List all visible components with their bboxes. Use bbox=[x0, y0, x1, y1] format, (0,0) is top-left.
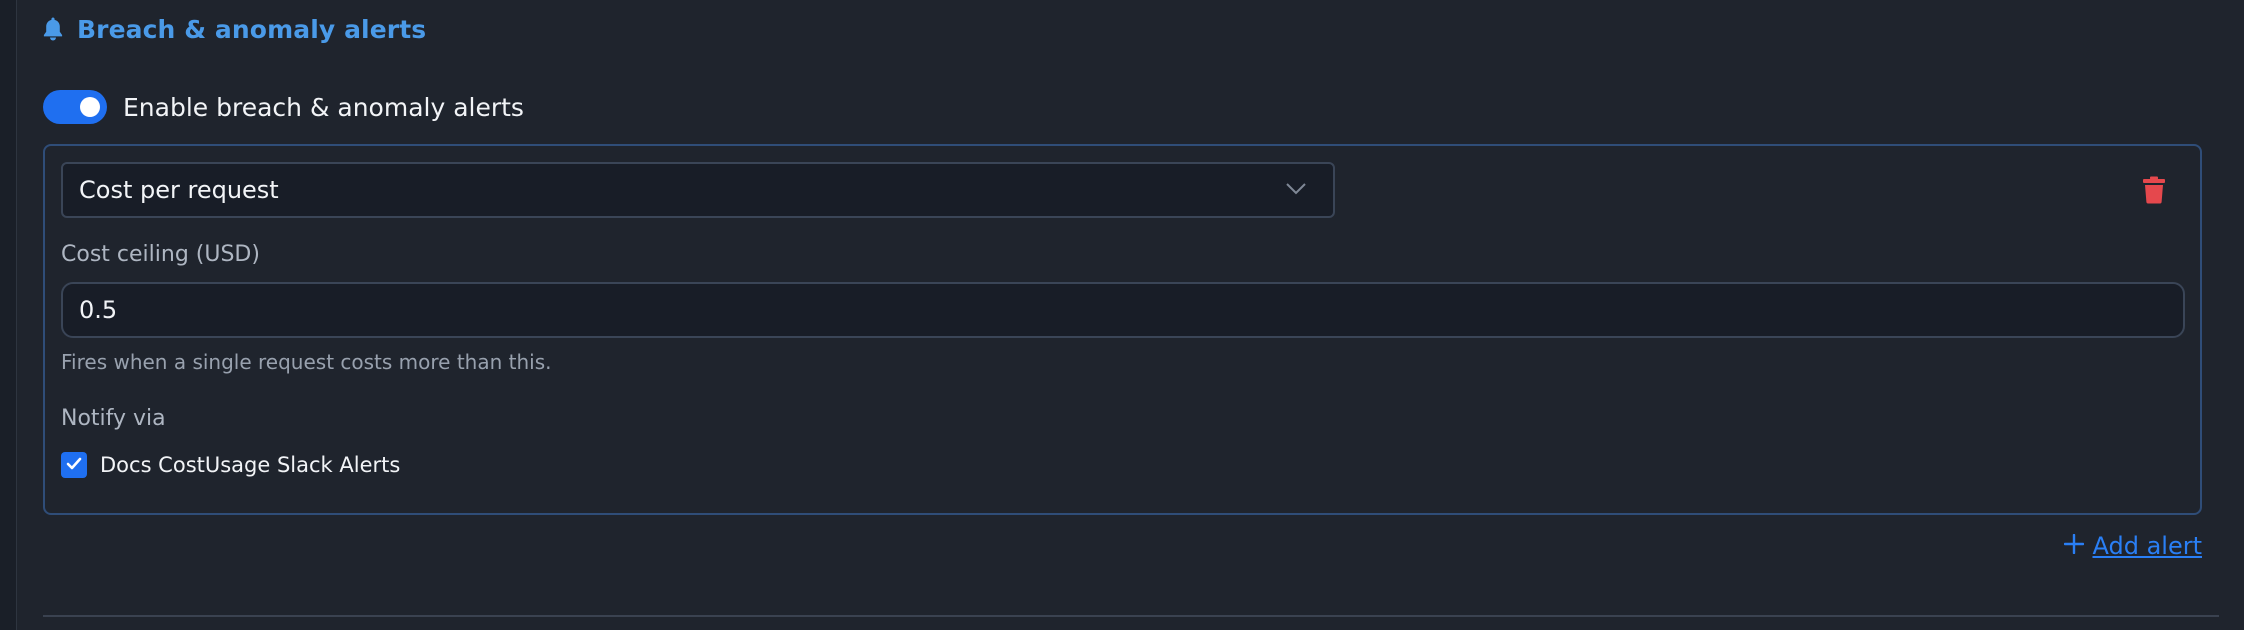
add-alert-button[interactable]: Add alert bbox=[2064, 532, 2202, 560]
metric-select-value: Cost per request bbox=[79, 176, 279, 204]
enable-alerts-label: Enable breach & anomaly alerts bbox=[123, 92, 524, 122]
alert-card: Cost per request Cost ceiling (USD) Fire… bbox=[43, 144, 2202, 515]
enable-alerts-row: Enable breach & anomaly alerts bbox=[43, 88, 524, 126]
settings-panel: Breach & anomaly alerts Enable breach & … bbox=[16, 0, 2244, 630]
notify-via-label: Notify via bbox=[61, 406, 166, 431]
cost-ceiling-input[interactable] bbox=[61, 282, 2185, 338]
check-icon bbox=[66, 456, 82, 475]
metric-select[interactable]: Cost per request bbox=[61, 162, 1335, 218]
chevron-down-icon bbox=[1285, 181, 1307, 200]
section-header: Breach & anomaly alerts bbox=[43, 12, 426, 46]
notify-channel-row: Docs CostUsage Slack Alerts bbox=[61, 452, 400, 478]
plus-icon bbox=[2064, 532, 2085, 560]
notify-channel-label: Docs CostUsage Slack Alerts bbox=[100, 453, 401, 477]
section-divider bbox=[43, 615, 2219, 617]
trash-icon bbox=[2142, 176, 2166, 208]
cost-ceiling-helper: Fires when a single request costs more t… bbox=[61, 350, 552, 374]
toggle-knob bbox=[80, 97, 100, 117]
delete-alert-button[interactable] bbox=[2142, 176, 2168, 206]
notify-channel-checkbox[interactable] bbox=[61, 452, 87, 478]
enable-alerts-toggle[interactable] bbox=[43, 90, 107, 124]
section-title: Breach & anomaly alerts bbox=[77, 14, 427, 44]
bell-icon bbox=[43, 17, 63, 41]
add-alert-label: Add alert bbox=[2092, 532, 2202, 560]
cost-ceiling-label: Cost ceiling (USD) bbox=[61, 242, 260, 267]
